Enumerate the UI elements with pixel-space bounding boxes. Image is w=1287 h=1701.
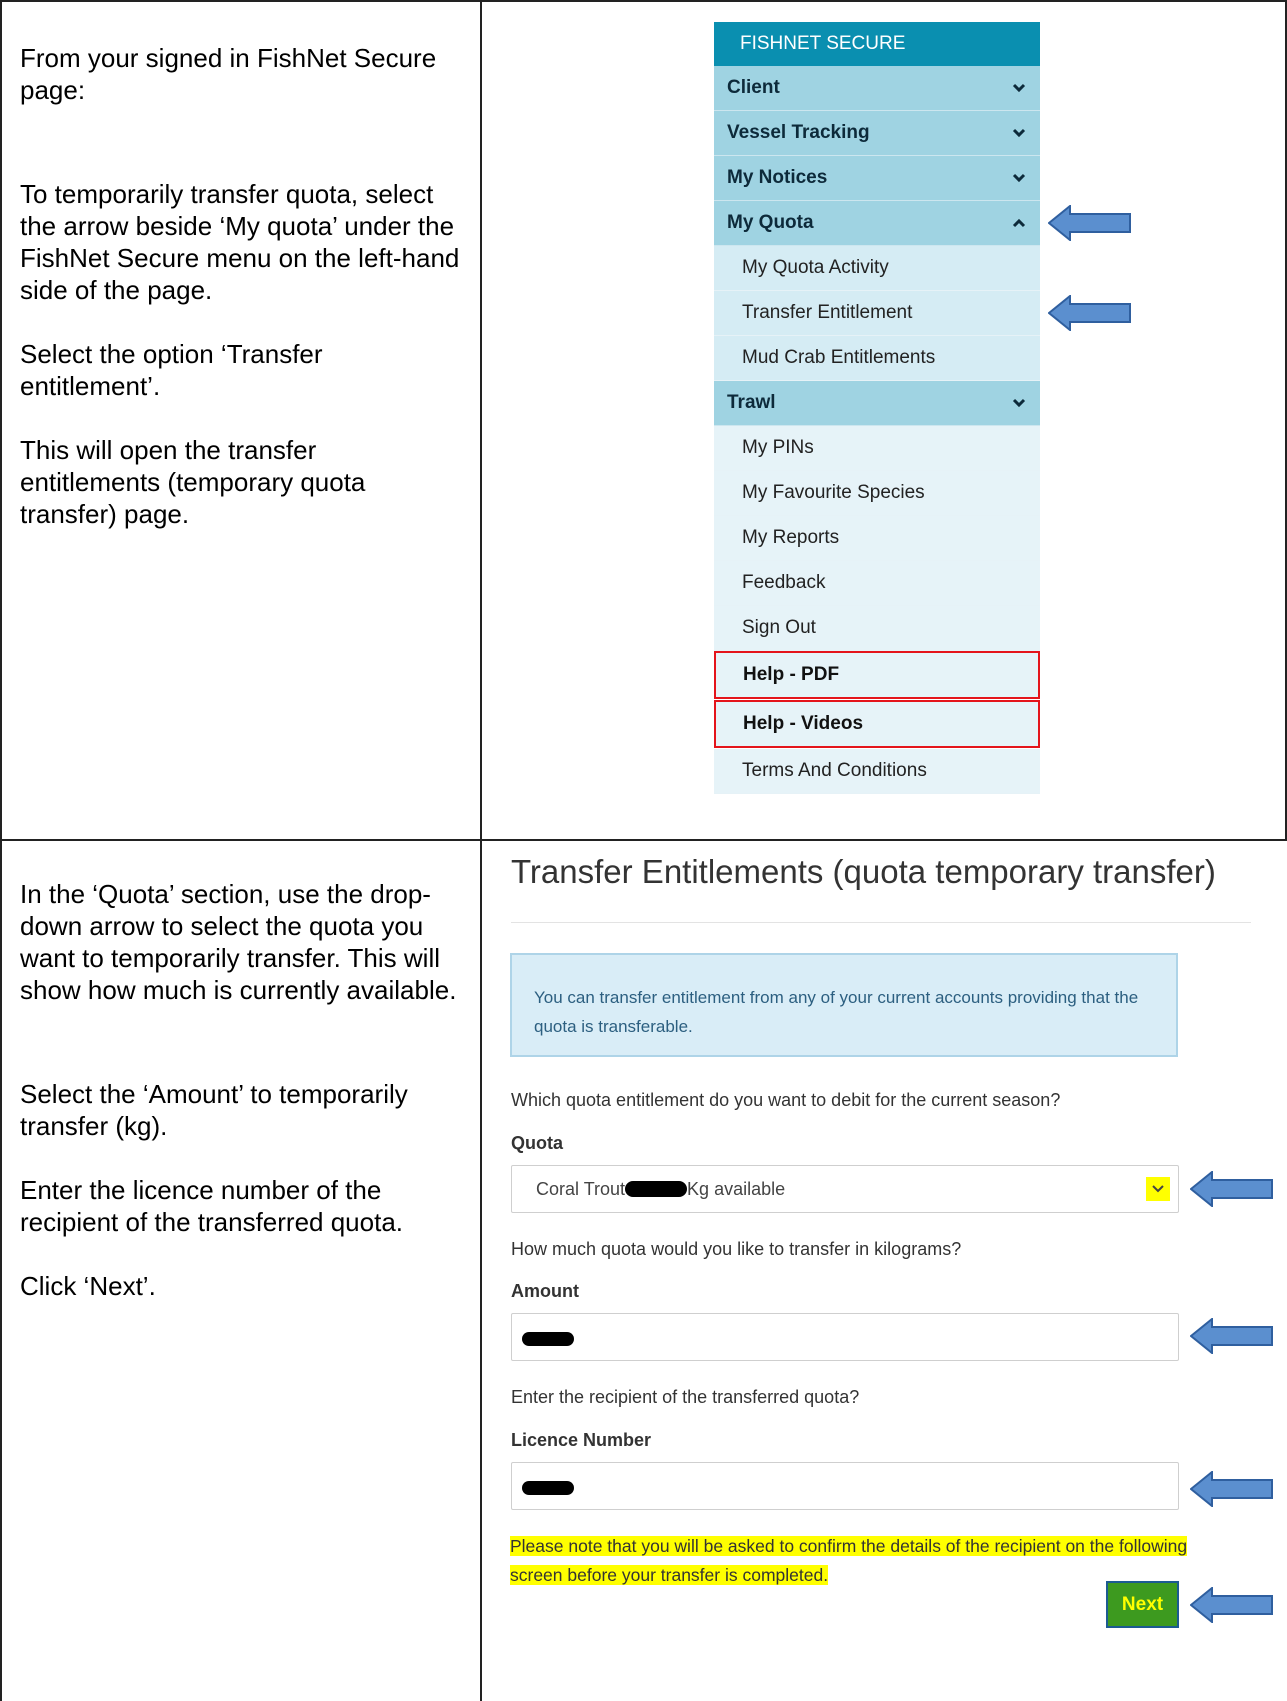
title-divider bbox=[511, 922, 1251, 923]
info-alert: You can transfer entitlement from any of… bbox=[510, 953, 1178, 1057]
menu-item-mud-crab-entitlements[interactable]: Mud Crab Entitlements bbox=[714, 336, 1040, 381]
redacted-value bbox=[522, 1481, 574, 1495]
menu-section-label: My Quota bbox=[727, 212, 814, 233]
menu-section-trawl[interactable]: Trawl bbox=[714, 381, 1040, 426]
recipient-question: Enter the recipient of the transferred q… bbox=[511, 1387, 860, 1407]
instruction-text: Enter the licence number of the recipien… bbox=[20, 1175, 404, 1237]
left-arrow-icon bbox=[1048, 205, 1131, 241]
menu-section-label: My Notices bbox=[727, 167, 828, 188]
menu-section-my-quota[interactable]: My Quota bbox=[714, 201, 1040, 246]
quota-unit: Kg available bbox=[687, 1179, 786, 1199]
step1-instructions: From your signed in FishNet Secure page:… bbox=[20, 42, 460, 530]
redacted-amount bbox=[625, 1180, 688, 1197]
menu-item-my-quota-activity[interactable]: My Quota Activity bbox=[714, 246, 1040, 291]
instruction-text: To temporarily transfer quota, select th… bbox=[20, 179, 460, 305]
licence-number-input[interactable] bbox=[511, 1462, 1179, 1510]
quota-selected-value: Coral Trout Kg available bbox=[536, 1179, 785, 1200]
table-row-divider bbox=[0, 839, 1287, 841]
menu-item-my-favourite-species[interactable]: My Favourite Species bbox=[714, 471, 1040, 516]
menu-item-sign-out[interactable]: Sign Out bbox=[714, 606, 1040, 651]
left-arrow-icon bbox=[1190, 1318, 1273, 1354]
chevron-up-icon[interactable] bbox=[1012, 216, 1026, 230]
table-column-divider bbox=[480, 0, 482, 1701]
chevron-down-icon[interactable] bbox=[1012, 171, 1026, 185]
chevron-down-icon[interactable] bbox=[1146, 1177, 1170, 1201]
table-border-top bbox=[0, 0, 1287, 2]
menu-section-label: Client bbox=[727, 77, 780, 98]
quota-label: Quota bbox=[511, 1133, 563, 1153]
menu-section-vessel-tracking[interactable]: Vessel Tracking bbox=[714, 111, 1040, 156]
instruction-text: In the ‘Quota’ section, use the drop-dow… bbox=[20, 879, 457, 1005]
menu-section-client[interactable]: Client bbox=[714, 66, 1040, 111]
page-title: Transfer Entitlements (quota temporary t… bbox=[511, 853, 1216, 890]
left-arrow-icon bbox=[1190, 1587, 1273, 1623]
instruction-text: Select the ‘Amount’ to temporarily trans… bbox=[20, 1079, 408, 1141]
fishnet-secure-menu: FISHNET SECURE Client Vessel Tracking My… bbox=[714, 22, 1040, 794]
chevron-down-icon[interactable] bbox=[1012, 81, 1026, 95]
help-videos-highlight: Help - Videos bbox=[714, 700, 1040, 748]
menu-title: FISHNET SECURE bbox=[714, 22, 1040, 66]
next-button[interactable]: Next bbox=[1106, 1581, 1179, 1628]
left-arrow-icon bbox=[1048, 295, 1131, 331]
left-arrow-icon bbox=[1190, 1471, 1273, 1507]
help-pdf-highlight: Help - PDF bbox=[714, 651, 1040, 699]
amount-input[interactable] bbox=[511, 1313, 1179, 1361]
licence-label: Licence Number bbox=[511, 1430, 652, 1450]
quota-question: Which quota entitlement do you want to d… bbox=[511, 1090, 1061, 1110]
instruction-text: Select the option ‘Transfer entitlement’… bbox=[20, 339, 323, 401]
menu-item-my-pins[interactable]: My PINs bbox=[714, 426, 1040, 471]
instruction-text: This will open the transfer entitlements… bbox=[20, 435, 366, 529]
redacted-value bbox=[522, 1332, 574, 1346]
amount-question: How much quota would you like to transfe… bbox=[511, 1239, 962, 1259]
menu-section-my-notices[interactable]: My Notices bbox=[714, 156, 1040, 201]
chevron-down-icon[interactable] bbox=[1012, 126, 1026, 140]
highlighted-note: Please note that you will be asked to co… bbox=[510, 1536, 1188, 1585]
menu-item-terms-and-conditions[interactable]: Terms And Conditions bbox=[714, 749, 1040, 794]
confirmation-note: Please note that you will be asked to co… bbox=[510, 1532, 1190, 1590]
chevron-down-icon[interactable] bbox=[1012, 396, 1026, 410]
menu-section-label: Trawl bbox=[727, 392, 776, 413]
amount-label: Amount bbox=[511, 1281, 579, 1301]
quota-species: Coral Trout bbox=[536, 1179, 626, 1199]
menu-item-my-reports[interactable]: My Reports bbox=[714, 516, 1040, 561]
instruction-text: From your signed in FishNet Secure page: bbox=[20, 43, 437, 105]
menu-section-label: Vessel Tracking bbox=[727, 122, 870, 143]
menu-item-help-videos[interactable]: Help - Videos bbox=[716, 702, 1038, 746]
menu-item-transfer-entitlement[interactable]: Transfer Entitlement bbox=[714, 291, 1040, 336]
table-border-left bbox=[0, 0, 2, 1701]
quota-select[interactable]: Coral Trout Kg available bbox=[511, 1165, 1179, 1213]
menu-item-help-pdf[interactable]: Help - PDF bbox=[716, 653, 1038, 697]
step2-instructions: In the ‘Quota’ section, use the drop-dow… bbox=[20, 878, 460, 1302]
instruction-text: Click ‘Next’. bbox=[20, 1271, 156, 1301]
left-arrow-icon bbox=[1190, 1171, 1273, 1207]
menu-item-feedback[interactable]: Feedback bbox=[714, 561, 1040, 606]
